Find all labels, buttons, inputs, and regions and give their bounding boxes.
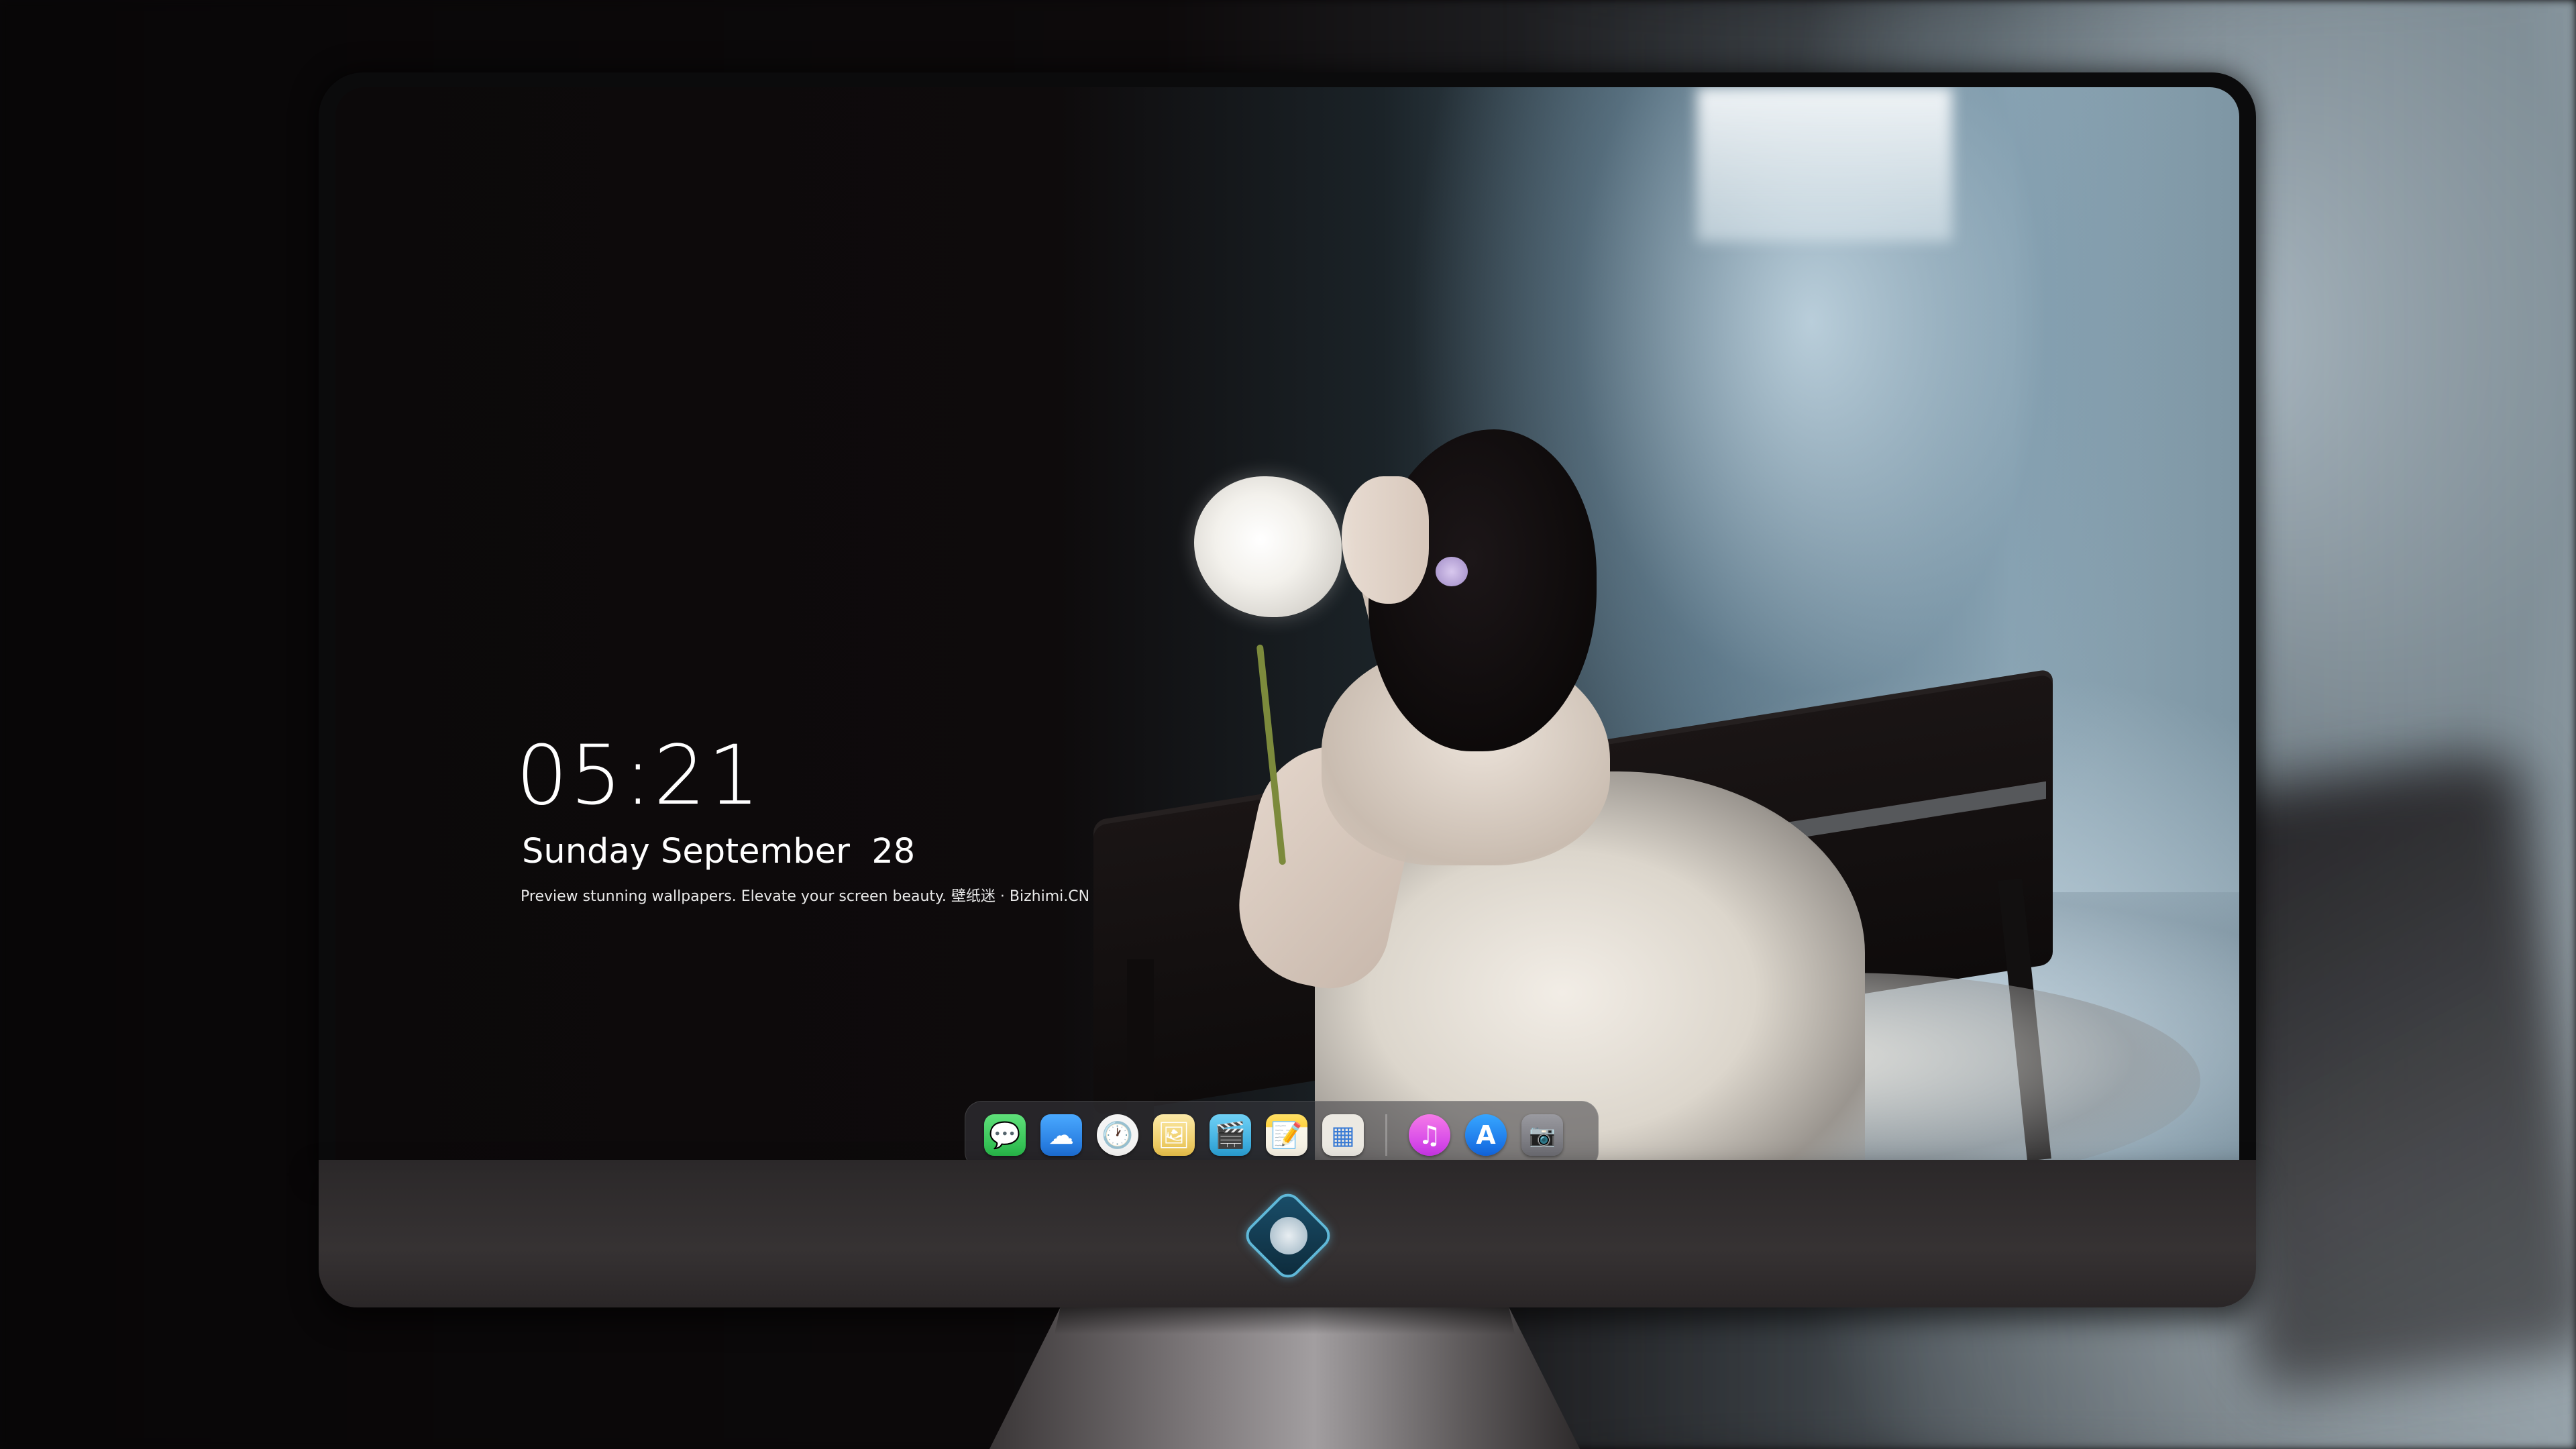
notes-glyph: 📝 bbox=[1271, 1120, 1303, 1150]
lock-date: Sunday September 28 bbox=[522, 832, 916, 871]
logo-mascot-face bbox=[1270, 1217, 1307, 1254]
wallpaper-window-light bbox=[1697, 87, 1952, 241]
dock-separator bbox=[1385, 1114, 1387, 1156]
music-glyph: ♫ bbox=[1417, 1120, 1442, 1150]
notes-icon[interactable]: 📝 bbox=[1266, 1114, 1307, 1156]
wallpaper-tagline: Preview stunning wallpapers. Elevate you… bbox=[521, 888, 1090, 905]
stand-shadow bbox=[1054, 1307, 1515, 1334]
photo-booth-glyph: ▦ bbox=[1331, 1120, 1355, 1150]
camera-glyph: 📷 bbox=[1529, 1122, 1556, 1148]
messages-icon[interactable]: 💬 bbox=[984, 1114, 1026, 1156]
app-store-glyph: A bbox=[1476, 1120, 1496, 1150]
clock-icon[interactable]: 🕐 bbox=[1097, 1114, 1138, 1156]
music-icon[interactable]: ♫ bbox=[1409, 1114, 1450, 1156]
app-store-icon[interactable]: A bbox=[1465, 1114, 1507, 1156]
messages-glyph: 💬 bbox=[989, 1120, 1021, 1150]
preview-icon[interactable]: 🖼 bbox=[1153, 1114, 1195, 1156]
hair-flower bbox=[1436, 557, 1468, 586]
lock-clock: 05:21 bbox=[516, 728, 762, 823]
clips-glyph: 🎬 bbox=[1214, 1120, 1246, 1150]
monitor-frame: 05:21 Sunday September 28 Preview stunni… bbox=[319, 72, 2256, 1176]
weather-glyph: ☁ bbox=[1049, 1120, 1074, 1150]
preview-glyph: 🖼 bbox=[1157, 1120, 1191, 1150]
camera-icon[interactable]: 📷 bbox=[1521, 1114, 1563, 1156]
lock-screen[interactable]: 05:21 Sunday September 28 Preview stunni… bbox=[335, 87, 2239, 1161]
wallpaper-face bbox=[1342, 476, 1429, 604]
clips-icon[interactable]: 🎬 bbox=[1210, 1114, 1251, 1156]
clock-glyph: 🕐 bbox=[1102, 1120, 1134, 1150]
dock: 💬 ☁ 🕐 🖼 🎬 📝 ▦ ♫ A 📷 bbox=[965, 1101, 1599, 1161]
photo-booth-icon[interactable]: ▦ bbox=[1322, 1114, 1364, 1156]
weather-icon[interactable]: ☁ bbox=[1040, 1114, 1082, 1156]
